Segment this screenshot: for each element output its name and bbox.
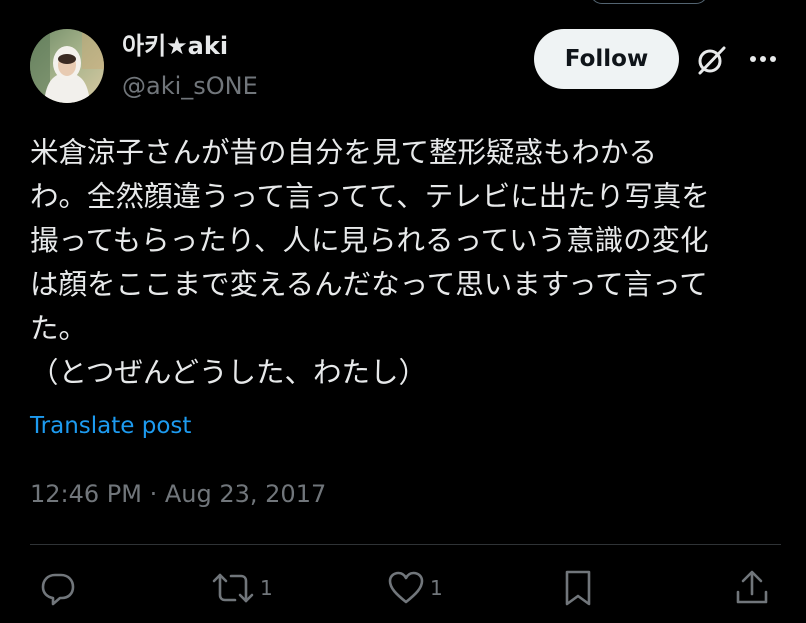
repost-count: 1 — [260, 576, 273, 600]
translate-post-link[interactable]: Translate post — [30, 410, 191, 442]
share-icon — [736, 570, 768, 604]
bookmark-button[interactable] — [560, 568, 596, 608]
repost-icon — [212, 573, 254, 603]
reply-icon — [41, 573, 75, 606]
post-text: 米倉涼子さんが昔の自分を見て整形疑惑もわかる わ。全然顔違うって言ってて、テレビ… — [30, 131, 790, 395]
like-button[interactable]: 1 — [386, 568, 443, 608]
heart-icon — [388, 571, 424, 604]
divider — [30, 544, 781, 545]
avatar[interactable] — [30, 29, 104, 103]
post-timestamp[interactable]: 12:46 PM · Aug 23, 2017 — [30, 477, 326, 511]
post-text-line: わ。全然顔違うって言ってて、テレビに出たり写真を — [30, 180, 710, 213]
reply-button[interactable] — [38, 568, 82, 608]
post-text-line: は顔をここまで変えるんだなって思いますって言って — [30, 268, 708, 301]
share-button[interactable] — [733, 568, 771, 608]
follow-button[interactable]: Follow — [534, 29, 679, 89]
post-text-line: 米倉涼子さんが昔の自分を見て整形疑惑もわかる — [30, 136, 658, 169]
post-text-line: （とつぜんどうした、わたし） — [30, 356, 428, 389]
author-display-name[interactable]: 아키★aki — [122, 30, 228, 62]
top-partial-button[interactable] — [590, 0, 708, 4]
like-count: 1 — [430, 576, 443, 600]
more-icon[interactable] — [748, 47, 778, 71]
post-text-line: た。 — [30, 312, 88, 345]
post-text-line: 撮ってもらったり、人に見られるっていう意識の変化 — [30, 224, 709, 257]
grok-icon[interactable] — [694, 43, 728, 77]
bookmark-icon — [565, 570, 591, 606]
repost-button[interactable]: 1 — [210, 568, 273, 608]
author-handle[interactable]: @aki_sONE — [122, 70, 258, 102]
